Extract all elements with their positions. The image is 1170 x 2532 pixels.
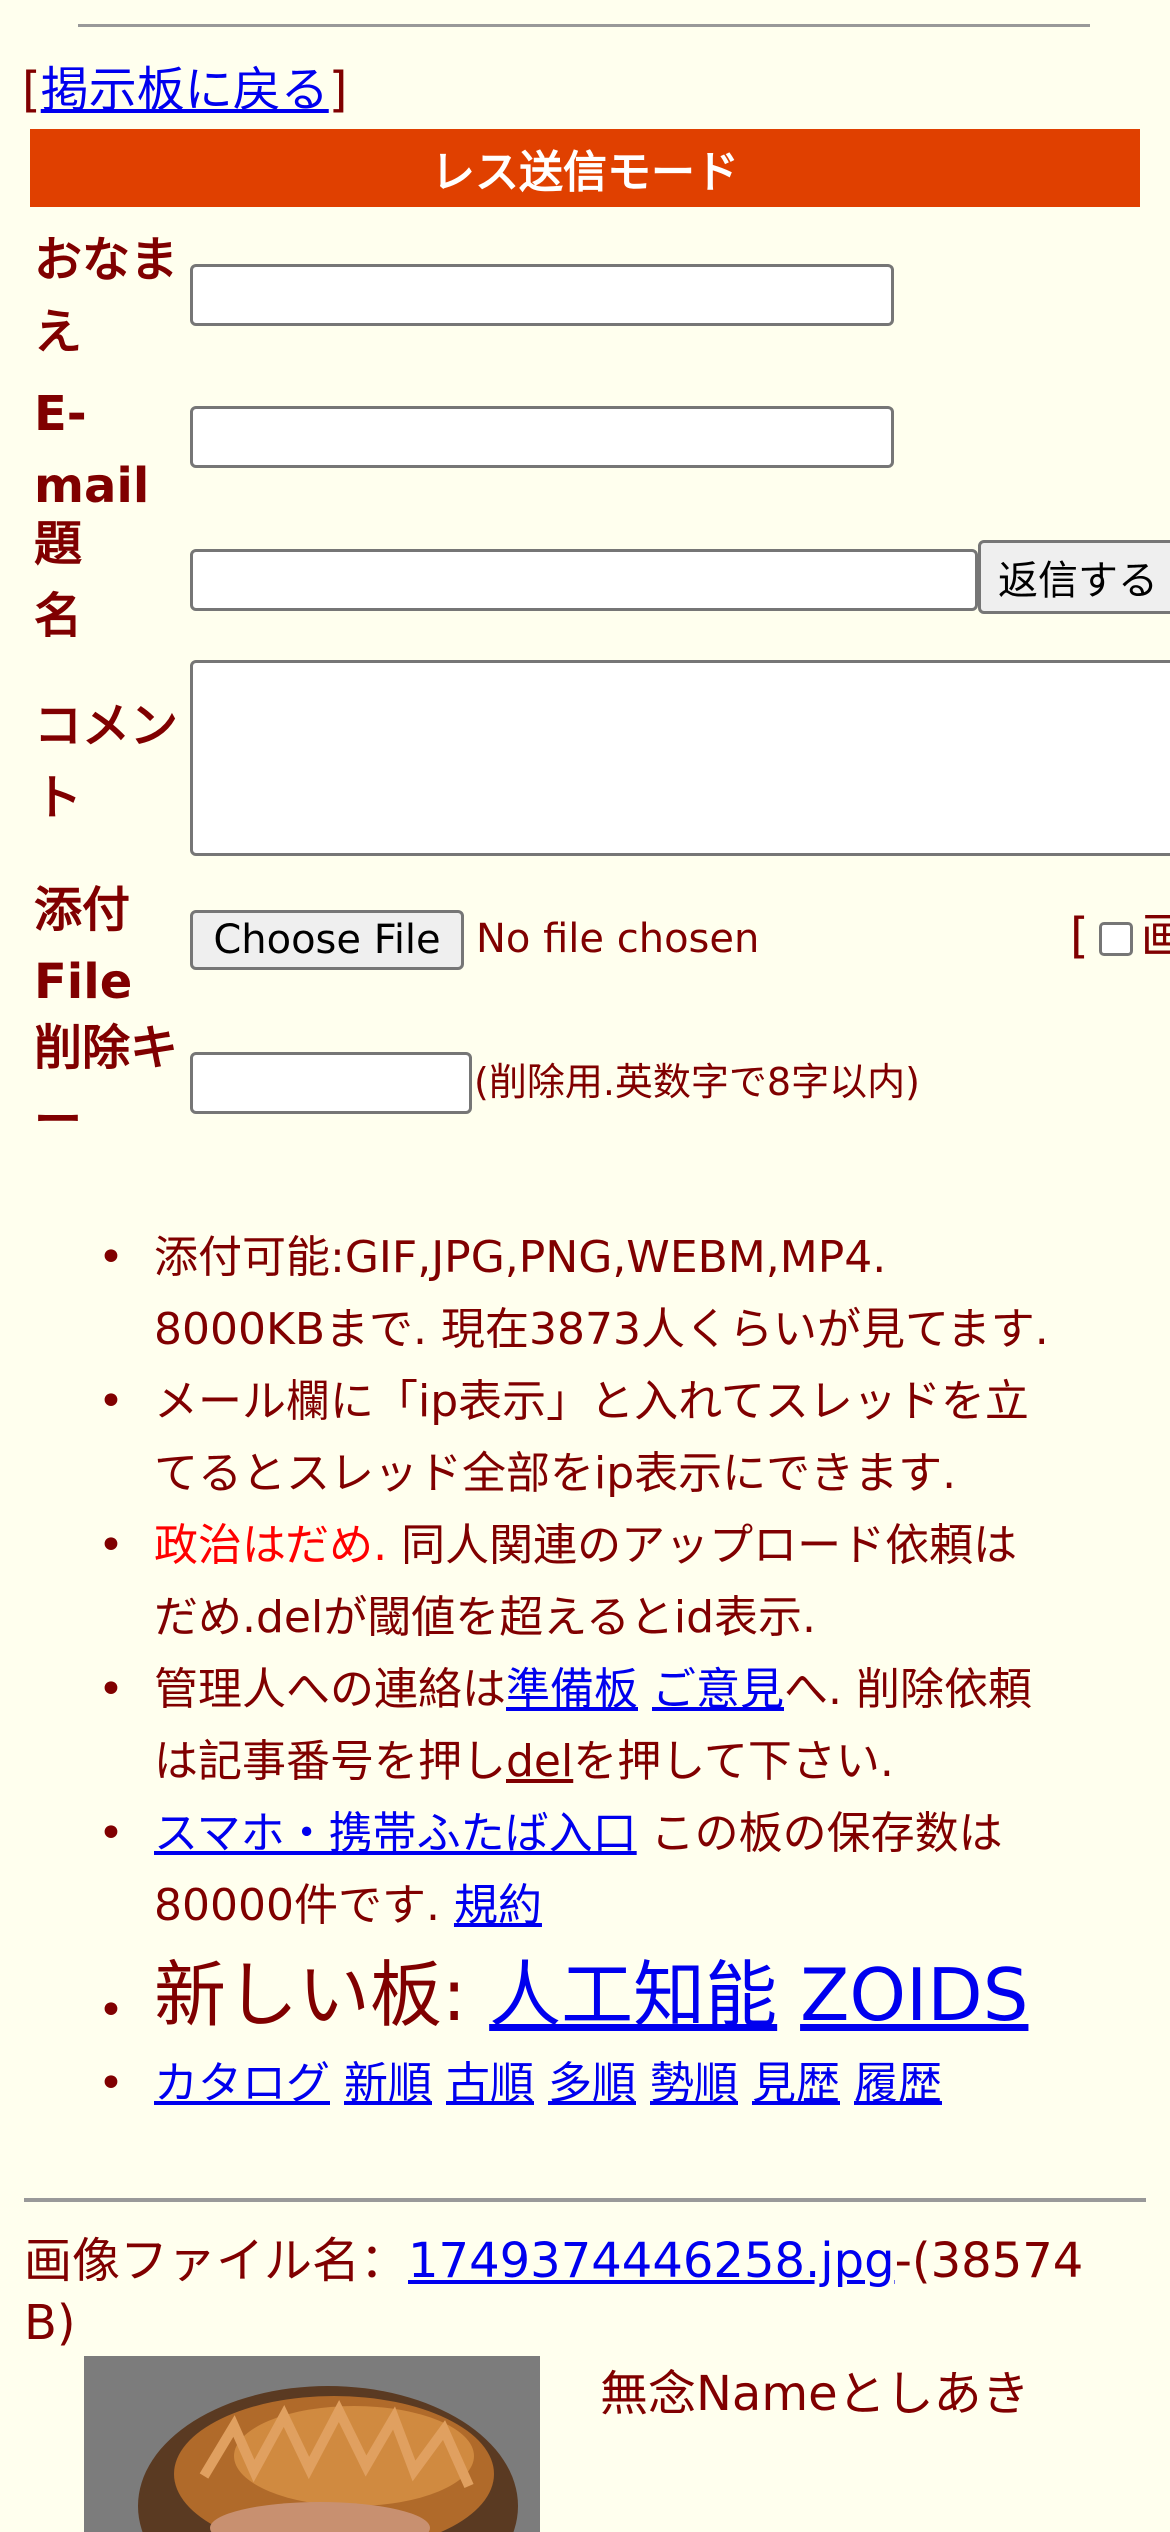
list-item: メール欄に「ip表示」と入れてスレッドを立てるとスレッド全部をip表示にできます… xyxy=(0,1366,1150,1510)
feedback-link[interactable]: ご意見 xyxy=(652,1664,784,1715)
nav-newest-link[interactable]: 新順 xyxy=(344,2058,432,2109)
no-file-text: No file chosen xyxy=(476,916,760,962)
image-file-link[interactable]: 1749374446258.jpg xyxy=(408,2233,895,2289)
list-item: カタログ 新順 古順 多順 勢順 見歴 履歴 xyxy=(0,2048,1150,2120)
prep-board-link[interactable]: 準備板 xyxy=(506,1664,638,1715)
mobile-entrance-link[interactable]: スマホ・携帯ふたば入口 xyxy=(154,1808,637,1859)
image-option: [画 xyxy=(1070,908,1170,964)
list-item: 政治はだめ. 同人関連のアップロード依頼はだめ.delが閾値を超えるとid表示. xyxy=(0,1510,1150,1654)
back-to-board: [掲示板に戻る] xyxy=(22,62,348,118)
image-file-info: 画像ファイル名：1749374446258.jpg-(38574 B) xyxy=(24,2233,1084,2351)
reply-submit-button[interactable]: 返信する xyxy=(978,540,1170,614)
back-to-board-link[interactable]: 掲示板に戻る xyxy=(41,62,329,118)
image-option-checkbox[interactable] xyxy=(1098,922,1133,956)
list-item: スマホ・携帯ふたば入口 この板の保存数は80000件です. 規約 xyxy=(0,1798,1150,1942)
nav-catalog-link[interactable]: カタログ xyxy=(154,2058,330,2109)
name-input[interactable] xyxy=(190,264,894,326)
email-input[interactable] xyxy=(190,406,894,468)
ai-board-link[interactable]: 人工知能 xyxy=(489,1953,777,2037)
list-item: 新しい板: 人工知能 ZOIDS xyxy=(0,1942,1150,2064)
nav-momentum-link[interactable]: 勢順 xyxy=(650,2058,738,2109)
comment-textarea[interactable] xyxy=(190,660,1170,856)
board-rules-list: 添付可能:GIF,JPG,PNG,WEBM,MP4.8000KBまで. 現在38… xyxy=(0,1222,1150,2120)
attach-label: 添付 File xyxy=(34,882,133,1010)
email-label: E-mail xyxy=(34,386,150,514)
delete-key-label: 削除キー xyxy=(34,1020,179,1148)
reply-mode-banner: レス送信モード xyxy=(30,129,1140,207)
poster-name: 無念Nameとしあき xyxy=(600,2366,1030,2422)
delete-key-note: (削除用.英数字で8字以内) xyxy=(474,1060,920,1104)
terms-link[interactable]: 規約 xyxy=(454,1880,542,1931)
nav-oldest-link[interactable]: 古順 xyxy=(446,2058,534,2109)
post-divider xyxy=(24,2198,1146,2202)
list-item: 管理人への連絡は準備板 ご意見へ. 削除依頼は記事番号を押しdelを押して下さい… xyxy=(0,1654,1150,1798)
comment-label: コメント xyxy=(34,698,179,826)
nav-most-link[interactable]: 多順 xyxy=(548,2058,636,2109)
subject-input[interactable] xyxy=(190,549,978,611)
post-thumbnail-image[interactable] xyxy=(84,2356,540,2532)
list-item: 添付可能:GIF,JPG,PNG,WEBM,MP4.8000KBまで. 現在38… xyxy=(0,1222,1150,1366)
politics-warning: 政治はだめ. xyxy=(154,1520,388,1571)
zoids-board-link[interactable]: ZOIDS xyxy=(800,1953,1028,2037)
top-divider xyxy=(78,24,1090,27)
subject-label: 題名 xyxy=(34,516,83,644)
choose-file-button[interactable]: Choose File xyxy=(190,910,464,970)
name-label: おなまえ xyxy=(34,232,179,360)
nav-viewed-link[interactable]: 見歴 xyxy=(752,2058,840,2109)
nav-history-link[interactable]: 履歴 xyxy=(854,2058,942,2109)
delete-key-input[interactable] xyxy=(190,1052,472,1114)
del-text: del xyxy=(506,1736,574,1787)
